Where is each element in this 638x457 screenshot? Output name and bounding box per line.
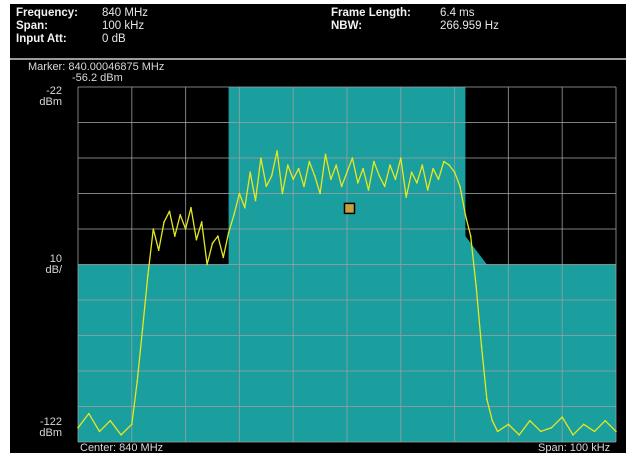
trace-point xyxy=(615,430,617,433)
trace-point xyxy=(346,171,348,173)
trace-point xyxy=(98,430,101,433)
trace-point xyxy=(168,210,171,213)
trace-point xyxy=(88,412,90,415)
trace-point xyxy=(362,167,364,170)
trace-point xyxy=(270,175,273,177)
trace-point xyxy=(319,192,321,195)
trace-point xyxy=(120,434,122,436)
trace-point xyxy=(507,423,510,426)
trace-point xyxy=(437,178,440,181)
trace-point xyxy=(281,192,284,195)
trace-point xyxy=(464,214,467,216)
spectrum-plot[interactable] xyxy=(10,4,626,453)
trace-point xyxy=(217,235,219,237)
trace-point xyxy=(604,419,606,422)
trace-point xyxy=(582,423,585,426)
trace-point xyxy=(572,434,574,436)
trace-point xyxy=(469,235,472,237)
trace-point xyxy=(249,171,251,173)
trace-point xyxy=(303,185,305,188)
trace-point xyxy=(421,164,424,166)
spectrum-analyzer-screen: Frequency: 840 MHz Span: 100 kHz Input A… xyxy=(10,4,626,453)
trace-point xyxy=(443,160,445,163)
trace-point xyxy=(152,228,155,230)
trace-point xyxy=(308,160,311,163)
trace-point xyxy=(174,235,176,237)
trace-point xyxy=(254,199,257,202)
span-footer-label: Span: 100 kHz xyxy=(538,442,611,453)
trace-point xyxy=(276,150,278,152)
trace-point xyxy=(147,274,149,276)
trace-point xyxy=(136,380,138,383)
trace-point xyxy=(244,206,246,209)
trace-point xyxy=(491,419,494,422)
trace-point xyxy=(475,285,477,287)
trace-point xyxy=(561,416,563,418)
trace-point xyxy=(394,178,397,181)
trace-point xyxy=(373,160,375,163)
trace-point xyxy=(109,419,112,422)
trace-point xyxy=(410,171,413,173)
trace-point xyxy=(357,182,359,184)
trace-point xyxy=(206,263,208,266)
trace-point xyxy=(292,178,295,181)
trace-point xyxy=(367,189,370,191)
trace-point xyxy=(77,427,79,429)
marker-indicator[interactable] xyxy=(343,202,356,215)
trace-point xyxy=(351,157,354,159)
trace-point xyxy=(211,242,214,244)
trace-point xyxy=(324,153,327,156)
trace-point xyxy=(480,345,483,347)
trace-point xyxy=(486,398,488,401)
trace-point xyxy=(233,214,235,216)
trace-point xyxy=(383,185,386,188)
marker-layer[interactable] xyxy=(343,202,356,215)
trace-point xyxy=(265,185,268,188)
trace-point xyxy=(529,419,531,422)
trace-point xyxy=(313,175,316,177)
trace-point xyxy=(340,185,343,188)
trace-point xyxy=(389,164,391,166)
trace-point xyxy=(459,185,461,188)
trace-point xyxy=(157,249,160,252)
trace-point xyxy=(179,214,181,216)
trace-point xyxy=(432,167,434,170)
trace-point xyxy=(184,228,187,230)
trace-point xyxy=(190,206,192,209)
trace-point xyxy=(448,164,451,166)
trace-point xyxy=(200,221,203,223)
trace-point xyxy=(378,175,381,177)
trace-point xyxy=(195,238,198,241)
trace-point xyxy=(496,430,499,433)
trace-point xyxy=(227,231,230,234)
trace-point xyxy=(141,327,144,330)
trace-point xyxy=(131,423,133,426)
trace-point xyxy=(405,196,408,198)
trace-point xyxy=(453,171,456,173)
trace-point xyxy=(297,167,300,170)
trace-point xyxy=(426,189,429,191)
trace-point xyxy=(400,157,402,159)
trace-point xyxy=(335,164,338,166)
trace-point xyxy=(539,430,542,433)
trace-point xyxy=(550,427,553,429)
trace-point xyxy=(416,182,418,184)
trace-point xyxy=(593,430,596,433)
trace-point xyxy=(238,192,241,195)
trace-point xyxy=(163,221,165,223)
trace-point xyxy=(518,434,520,436)
trace-point xyxy=(330,178,332,181)
trace-point xyxy=(287,164,289,166)
center-frequency-label: Center: 840 MHz xyxy=(80,442,164,453)
trace-point xyxy=(222,256,225,259)
trace-point xyxy=(260,157,262,159)
